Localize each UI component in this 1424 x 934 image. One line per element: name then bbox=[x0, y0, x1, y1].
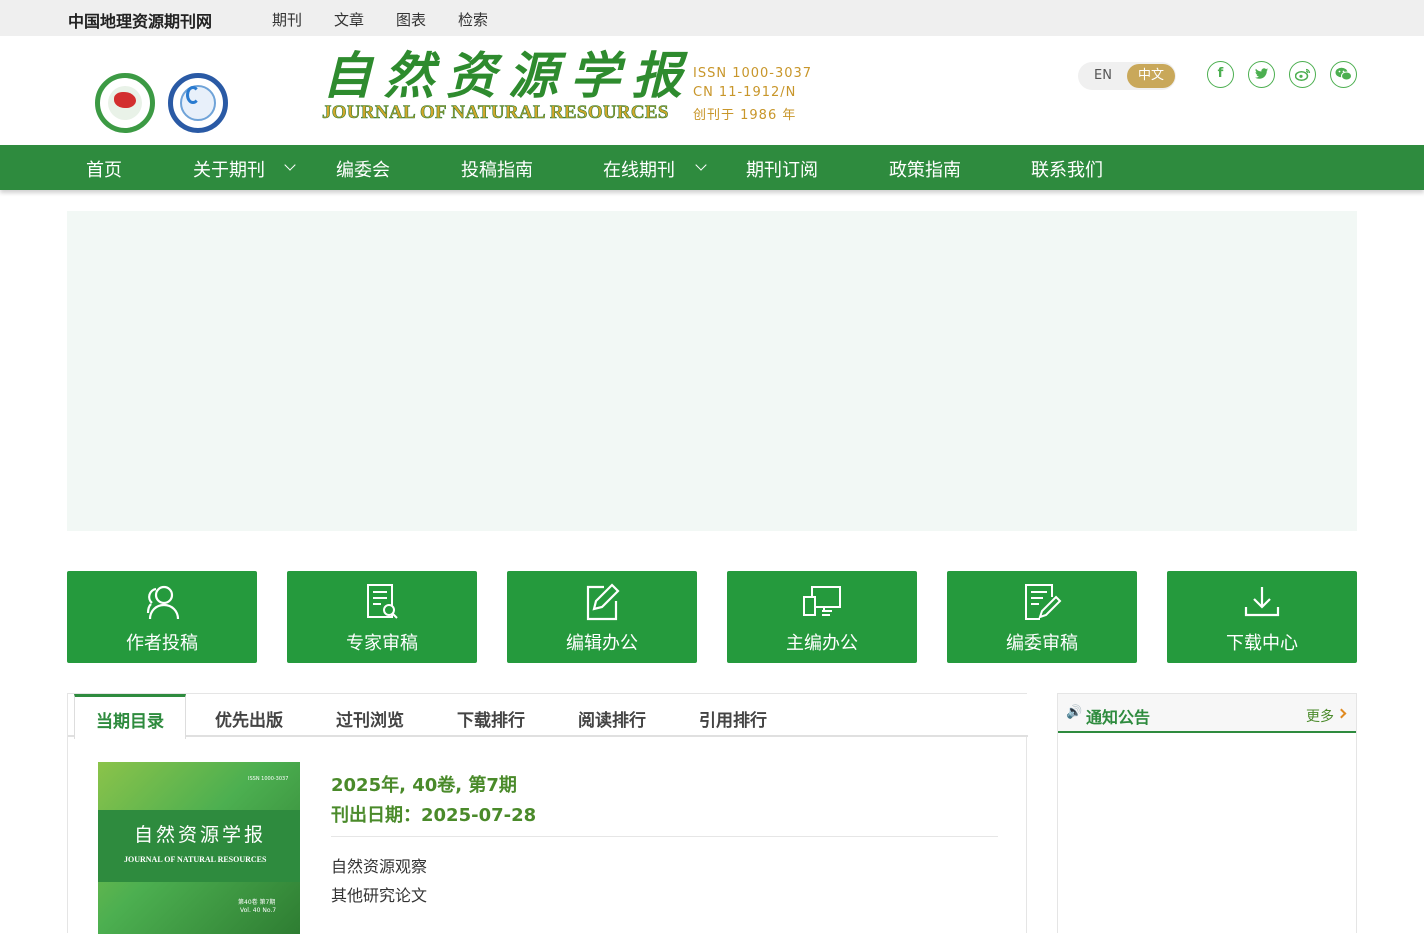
tab-online-first[interactable]: 优先出版 bbox=[215, 706, 283, 731]
journal-title-en: JOURNAL OF NATURAL RESOURCES bbox=[322, 102, 669, 124]
button-label: 专家审稿 bbox=[346, 633, 418, 654]
main-nav: 首页 关于期刊 编委会 投稿指南 在线期刊 期刊订阅 政策指南 联系我们 bbox=[0, 145, 1424, 190]
facebook-icon[interactable]: f bbox=[1207, 61, 1234, 88]
section-link[interactable]: 自然资源观察 bbox=[331, 853, 427, 877]
download-icon bbox=[1244, 587, 1280, 617]
topbar-link-journals[interactable]: 期刊 bbox=[272, 9, 302, 30]
issue-info: 2025年, 40卷, 第7期 bbox=[331, 775, 517, 796]
publish-date: 刊出日期：2025-07-28 bbox=[331, 805, 537, 826]
tab-archive[interactable]: 过刊浏览 bbox=[336, 706, 404, 731]
nav-about[interactable]: 关于期刊 bbox=[193, 156, 265, 182]
issue-cover-image[interactable]: ISSN 1000-3037 自然资源学报 JOURNAL OF NATURAL… bbox=[98, 762, 300, 934]
tab-bar: 当期目录 优先出版 过刊浏览 下载排行 阅读排行 引用排行 bbox=[68, 694, 1028, 739]
banner-area bbox=[67, 211, 1357, 531]
author-icon bbox=[146, 585, 180, 620]
journal-title-cn[interactable]: 自然资源学报 bbox=[322, 36, 694, 108]
site-name-link[interactable]: 中国地理资源期刊网 bbox=[68, 8, 212, 32]
institute-logo[interactable] bbox=[168, 73, 228, 133]
chief-editor-office-button[interactable]: 主编办公 bbox=[727, 571, 917, 663]
board-review-button[interactable]: 编委审稿 bbox=[947, 571, 1137, 663]
cn-text: CN 11-1912/N bbox=[693, 85, 797, 100]
notice-title: 通知公告 bbox=[1086, 708, 1151, 727]
document-pen-icon bbox=[1025, 584, 1062, 620]
chevron-down-icon[interactable] bbox=[284, 159, 296, 171]
author-submission-button[interactable]: 作者投稿 bbox=[67, 571, 257, 663]
button-label: 编委审稿 bbox=[1006, 633, 1078, 654]
header: 自然资源学报 JOURNAL OF NATURAL RESOURCES ISSN… bbox=[0, 36, 1424, 145]
notice-header: 🔊 通知公告 更多 bbox=[1058, 694, 1356, 733]
download-center-button[interactable]: 下载中心 bbox=[1167, 571, 1357, 663]
twitter-icon[interactable] bbox=[1248, 61, 1275, 88]
founded-text: 创刊于 1986 年 bbox=[693, 108, 797, 123]
nav-subscription[interactable]: 期刊订阅 bbox=[746, 156, 818, 182]
nav-policy[interactable]: 政策指南 bbox=[889, 156, 961, 182]
topbar-link-articles[interactable]: 文章 bbox=[334, 9, 364, 30]
swoosh-icon bbox=[186, 86, 200, 104]
button-label: 作者投稿 bbox=[126, 633, 198, 654]
wechat-icon[interactable] bbox=[1330, 61, 1357, 88]
china-map-icon bbox=[114, 92, 136, 108]
edit-icon bbox=[586, 583, 620, 621]
section-link[interactable]: 其他研究论文 bbox=[331, 882, 427, 906]
top-bar: 中国地理资源期刊网 期刊 文章 图表 检索 bbox=[0, 0, 1424, 36]
cover-volume-cn: 第40卷 第7期 bbox=[238, 899, 276, 906]
editor-office-button[interactable]: 编辑办公 bbox=[507, 571, 697, 663]
issn-text: ISSN 1000-3037 bbox=[693, 66, 813, 81]
notice-panel: 🔊 通知公告 更多 bbox=[1057, 693, 1357, 933]
speaker-icon: 🔊 bbox=[1066, 705, 1083, 720]
tab-download-rank[interactable]: 下载排行 bbox=[457, 706, 525, 731]
nav-editorial-board[interactable]: 编委会 bbox=[336, 156, 390, 182]
tab-read-rank[interactable]: 阅读排行 bbox=[578, 706, 646, 731]
divider bbox=[331, 836, 998, 837]
chevron-down-icon[interactable] bbox=[695, 159, 707, 171]
cover-title-cn: 自然资源学报 bbox=[134, 824, 267, 846]
tab-citation-rank[interactable]: 引用排行 bbox=[699, 706, 767, 731]
nav-contact[interactable]: 联系我们 bbox=[1031, 156, 1103, 182]
nav-submission-guide[interactable]: 投稿指南 bbox=[461, 156, 533, 182]
lang-zh-button[interactable]: 中文 bbox=[1127, 64, 1175, 88]
topbar-link-search[interactable]: 检索 bbox=[458, 9, 488, 30]
topbar-link-charts[interactable]: 图表 bbox=[396, 9, 426, 30]
review-document-icon bbox=[367, 584, 398, 619]
monitor-devices-icon bbox=[803, 586, 841, 616]
issue-tabs-panel: 当期目录 优先出版 过刊浏览 下载排行 阅读排行 引用排行 ISSN 1000-… bbox=[67, 693, 1028, 934]
expert-review-button[interactable]: 专家审稿 bbox=[287, 571, 477, 663]
tab-current-issue[interactable]: 当期目录 bbox=[74, 694, 186, 739]
language-switch: EN 中文 bbox=[1078, 62, 1176, 90]
society-logo[interactable] bbox=[95, 73, 155, 133]
lang-en-button[interactable]: EN bbox=[1094, 68, 1112, 83]
button-label: 下载中心 bbox=[1226, 633, 1298, 654]
cover-issn: ISSN 1000-3037 bbox=[248, 776, 289, 782]
nav-home[interactable]: 首页 bbox=[86, 156, 122, 182]
button-label: 编辑办公 bbox=[566, 633, 638, 654]
button-label: 主编办公 bbox=[786, 633, 858, 654]
cover-volume-en: Vol. 40 No.7 bbox=[240, 907, 277, 914]
nav-online-journal[interactable]: 在线期刊 bbox=[603, 156, 675, 182]
chevron-right-icon[interactable] bbox=[1336, 708, 1347, 719]
more-link[interactable]: 更多 bbox=[1306, 706, 1334, 726]
weibo-icon[interactable] bbox=[1289, 61, 1316, 88]
cover-title-en: JOURNAL OF NATURAL RESOURCES bbox=[124, 855, 267, 864]
